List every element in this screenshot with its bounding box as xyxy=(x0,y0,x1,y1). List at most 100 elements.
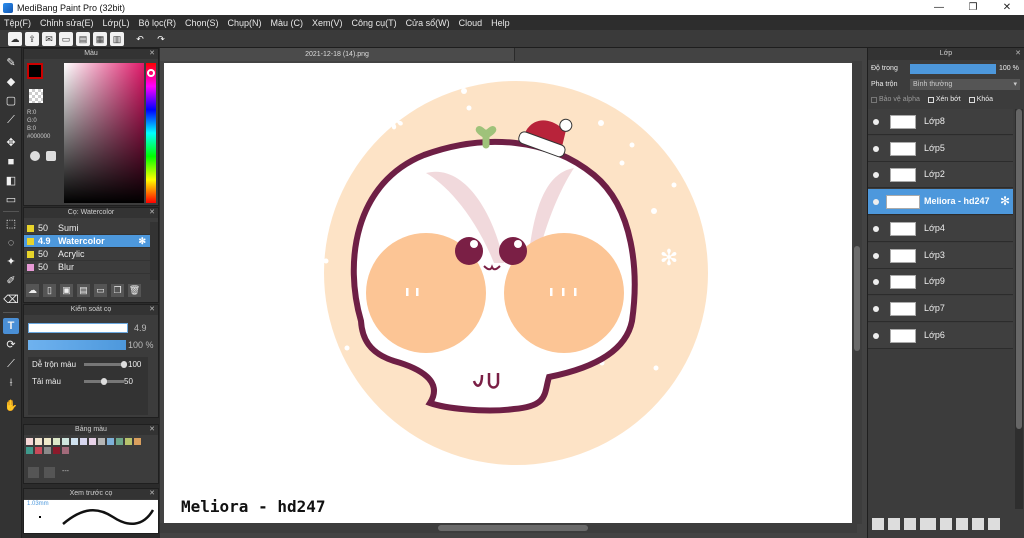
frame-icon[interactable]: ▤ xyxy=(76,32,90,46)
resample-slider-handle[interactable] xyxy=(101,378,107,385)
eye-icon[interactable] xyxy=(873,145,879,152)
document-tab[interactable]: 2021-12-18 (14).png xyxy=(160,48,515,61)
brush-tool-icon[interactable]: ✎ xyxy=(3,55,19,71)
vertical-scroll-thumb[interactable] xyxy=(854,246,860,351)
palette-swatch[interactable] xyxy=(80,438,87,445)
brush-size-slider[interactable] xyxy=(28,323,128,333)
panel-close-icon[interactable]: ✕ xyxy=(149,425,155,435)
layer-row[interactable]: Lớp4 xyxy=(868,215,1013,242)
palette-new-icon[interactable] xyxy=(28,467,39,478)
brush-opacity-value[interactable]: 100 % xyxy=(128,340,154,350)
layer-row[interactable]: Lớp5 xyxy=(868,135,1013,162)
transparent-color-swatch[interactable] xyxy=(29,89,43,103)
blend-slider[interactable] xyxy=(84,361,127,368)
select-tool-icon[interactable]: ⬚ xyxy=(3,216,19,232)
clipping-checkbox[interactable]: Xén bớt xyxy=(927,96,961,103)
menu-help[interactable]: Help xyxy=(491,18,510,28)
palette-swatch[interactable] xyxy=(89,438,96,445)
eye-icon[interactable] xyxy=(873,225,879,232)
menu-snap[interactable]: Chụp(N) xyxy=(228,18,262,28)
lasso-tool-icon[interactable]: ◌ xyxy=(3,235,19,251)
gradient-tool-icon[interactable]: ▭ xyxy=(3,192,19,208)
brush-copy-icon[interactable]: ❐ xyxy=(111,284,124,297)
eye-icon[interactable] xyxy=(873,305,879,312)
share-icon[interactable]: ⇪ xyxy=(25,32,39,46)
brush-list-item[interactable]: 50 Acrylic xyxy=(24,248,150,261)
eyedropper-tool-icon[interactable]: ⟊ xyxy=(3,375,19,391)
menu-layer[interactable]: Lớp(L) xyxy=(103,18,130,28)
brush-list-scrollbar[interactable] xyxy=(150,222,158,280)
menu-cloud[interactable]: Cloud xyxy=(459,18,483,28)
drawing-canvas[interactable]: ✻ ✻ Meliora - hd247 xyxy=(164,63,854,523)
brush-delete-icon[interactable]: 🗑 xyxy=(128,284,141,297)
layer-row[interactable]: Lớp8 xyxy=(868,109,1013,135)
comment-icon[interactable]: ✉ xyxy=(42,32,56,46)
blend-mode-select[interactable]: Bình thường ▾ xyxy=(910,79,1020,90)
palette-swatch[interactable] xyxy=(134,438,141,445)
brush-size-value[interactable]: 4.9 xyxy=(134,323,147,333)
palette-swatch[interactable] xyxy=(35,438,42,445)
palette-swatch[interactable] xyxy=(62,447,69,454)
brush-cloud-icon[interactable]: ☁ xyxy=(26,284,39,297)
vertical-scrollbar[interactable] xyxy=(852,61,862,524)
palette-swatch[interactable] xyxy=(62,438,69,445)
magic-wand-tool-icon[interactable]: ✦ xyxy=(3,254,19,270)
brush-file-icon[interactable]: ▤ xyxy=(77,284,90,297)
protect-alpha-checkbox[interactable]: Bảo vệ alpha xyxy=(871,96,920,103)
redo-icon[interactable]: ↷ xyxy=(154,32,168,46)
new-layer-icon[interactable] xyxy=(872,518,884,530)
brush-folder-icon[interactable]: ▭ xyxy=(94,284,107,297)
hand-tool-icon[interactable]: ✋ xyxy=(3,398,19,414)
menu-tools[interactable]: Công cụ(T) xyxy=(352,18,397,28)
maximize-button[interactable]: ❐ xyxy=(956,0,990,15)
cloud-icon[interactable]: ☁ xyxy=(8,32,22,46)
palette-swatch[interactable] xyxy=(71,438,78,445)
color-wheel-icon[interactable] xyxy=(30,151,40,161)
new-halftone-layer-icon[interactable] xyxy=(888,518,900,530)
layer-row[interactable]: Lớp7 xyxy=(868,295,1013,322)
undo-icon[interactable]: ↶ xyxy=(133,32,147,46)
panel-close-icon[interactable]: ✕ xyxy=(149,208,155,218)
eye-icon[interactable] xyxy=(873,252,879,259)
panel-close-icon[interactable]: ✕ xyxy=(149,489,155,499)
blend-slider-handle[interactable] xyxy=(121,361,127,368)
palette-swatch[interactable] xyxy=(116,438,123,445)
close-button[interactable]: ✕ xyxy=(990,0,1024,15)
dot-tool-icon[interactable]: ⟋ xyxy=(3,112,19,128)
panel-icon[interactable]: ▦ xyxy=(93,32,107,46)
menu-window[interactable]: Cửa sổ(W) xyxy=(406,18,450,28)
divide-tool-icon[interactable]: ⟋ xyxy=(3,356,19,372)
color-picker-icon[interactable] xyxy=(46,151,56,161)
layer-row[interactable]: Lớp3 xyxy=(868,242,1013,269)
menu-file[interactable]: Tệp(F) xyxy=(4,18,31,28)
brush-opacity-slider[interactable] xyxy=(28,340,126,350)
palette-swatch[interactable] xyxy=(107,438,114,445)
operation-tool-icon[interactable]: ⟳ xyxy=(3,337,19,353)
eraser-tool-icon[interactable]: ◆ xyxy=(3,74,19,90)
merge-layer-icon[interactable] xyxy=(972,518,984,530)
primary-color-swatch[interactable] xyxy=(27,63,43,79)
palette-swatch[interactable] xyxy=(53,438,60,445)
rectangle-tool-icon[interactable]: ▢ xyxy=(3,93,19,109)
select-eraser-tool-icon[interactable]: ⌫ xyxy=(3,292,19,308)
menu-color[interactable]: Màu (C) xyxy=(271,18,304,28)
layer-folder-icon[interactable] xyxy=(940,518,952,530)
bucket-tool-icon[interactable]: ◧ xyxy=(3,173,19,189)
new-brush-icon[interactable]: ▯ xyxy=(43,284,56,297)
panel-close-icon[interactable]: ✕ xyxy=(149,305,155,315)
layer-row[interactable]: Meliora - hd247 ✻ xyxy=(868,189,1013,216)
palette-swatch[interactable] xyxy=(44,438,51,445)
palette-swatch[interactable] xyxy=(26,447,33,454)
layer-scroll-thumb[interactable] xyxy=(1016,109,1022,429)
delete-layer-icon[interactable] xyxy=(988,518,1000,530)
brush-list-item[interactable]: 4.9 Watercolor ✻ xyxy=(24,235,150,248)
palette-swatch[interactable] xyxy=(98,438,105,445)
hue-slider[interactable] xyxy=(146,63,156,203)
speech-icon[interactable]: ▭ xyxy=(59,32,73,46)
brush-list-item[interactable]: 50 Sumi xyxy=(24,222,150,235)
layer-row[interactable]: Lớp6 xyxy=(868,322,1013,349)
hue-handle[interactable] xyxy=(147,69,155,77)
palette-swatch[interactable] xyxy=(35,447,42,454)
eye-icon[interactable] xyxy=(873,172,879,179)
palette-swatch[interactable] xyxy=(53,447,60,454)
